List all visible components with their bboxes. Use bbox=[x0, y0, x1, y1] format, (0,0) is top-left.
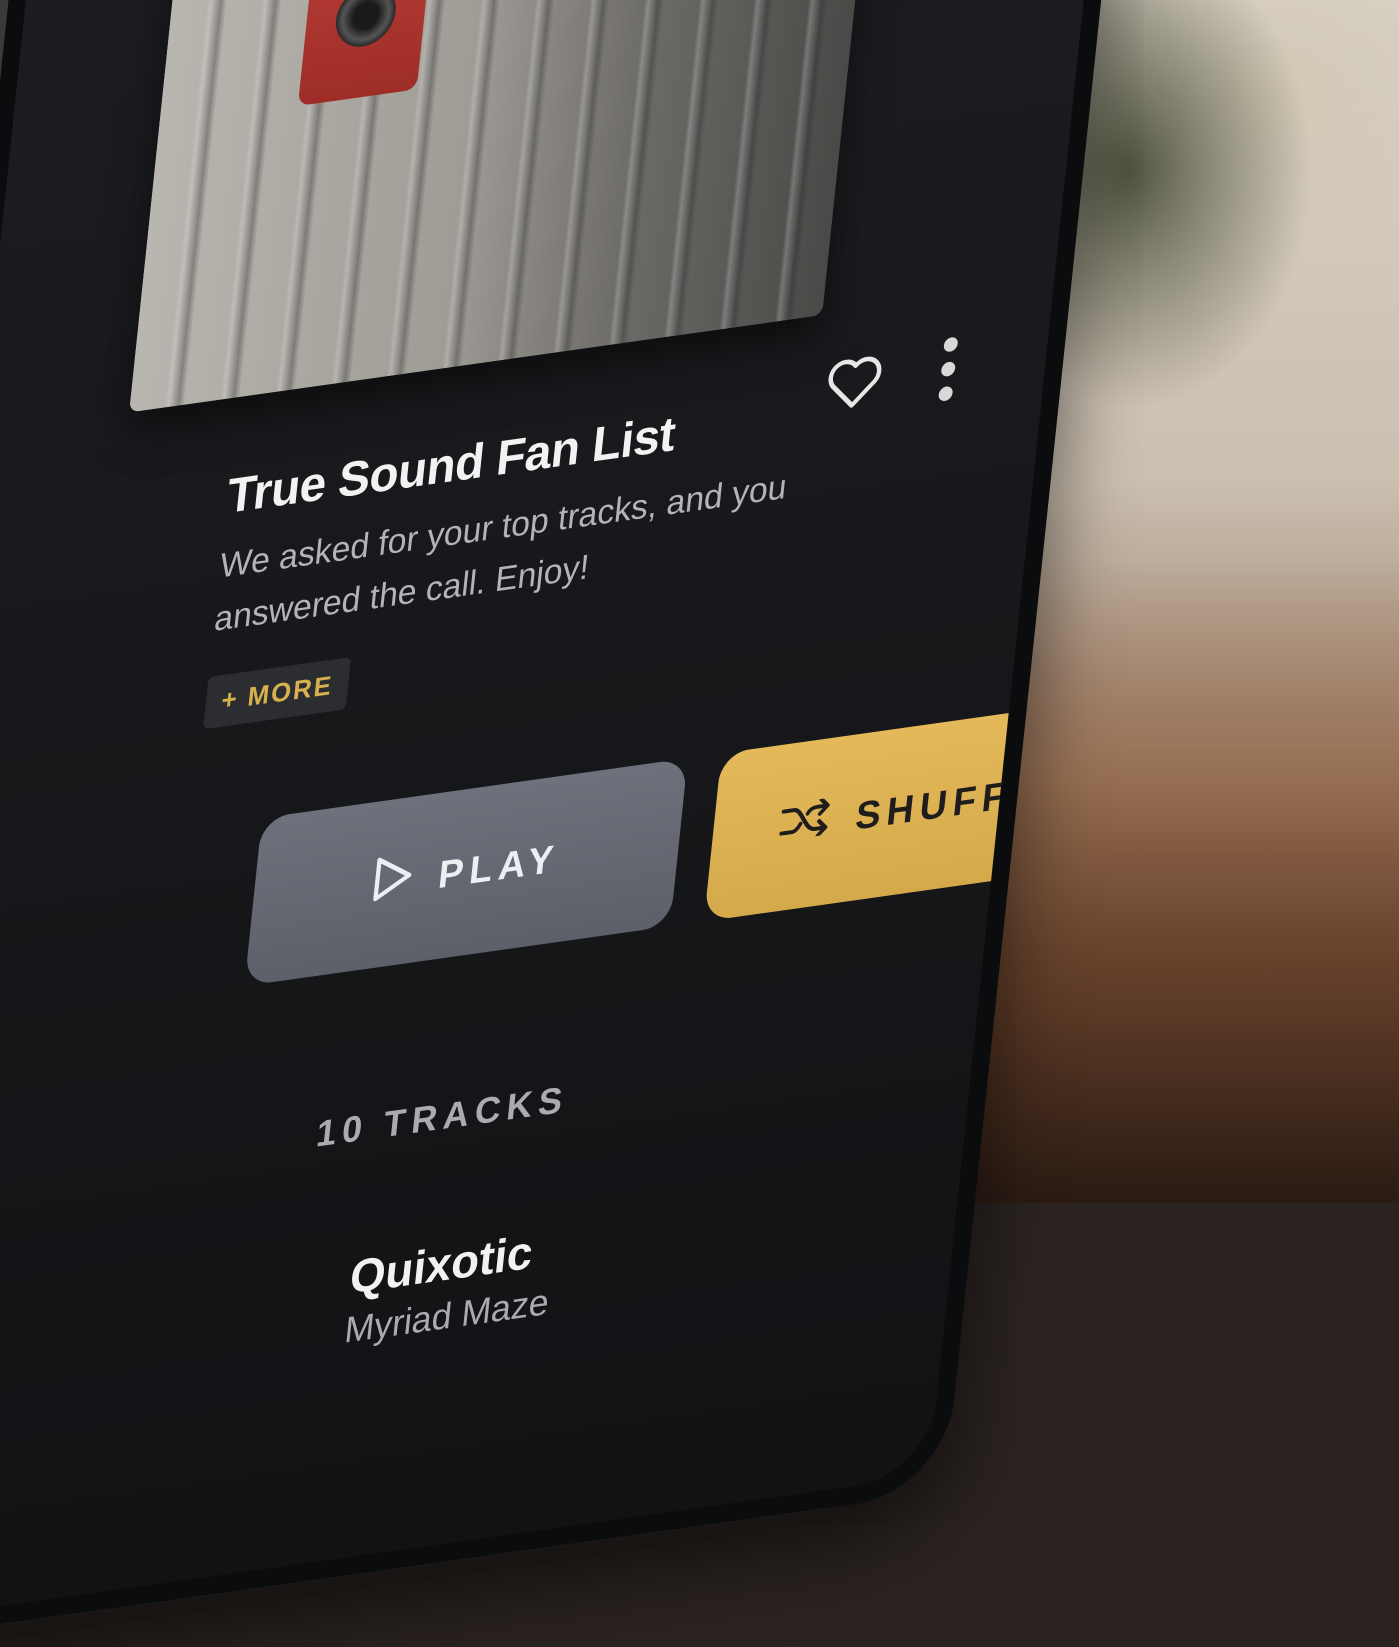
more-button[interactable]: + MORE bbox=[203, 656, 352, 730]
phone-device: True Sound Fan List We asked for your to… bbox=[0, 0, 1150, 1647]
playlist-info: True Sound Fan List We asked for your to… bbox=[203, 355, 1042, 730]
play-label: PLAY bbox=[436, 836, 562, 898]
playlist-cover-image bbox=[129, 0, 898, 413]
track-count: 10 TRACKS bbox=[314, 1077, 571, 1155]
track-row[interactable]: Quixotic Myriad Maze bbox=[342, 1221, 557, 1352]
dot bbox=[943, 336, 959, 353]
phone-screen: True Sound Fan List We asked for your to… bbox=[0, 0, 1130, 1627]
red-speaker-artwork bbox=[297, 0, 445, 107]
playback-buttons: PLAY SHUFFLE bbox=[244, 693, 1130, 987]
shuffle-icon bbox=[778, 797, 832, 851]
play-button[interactable]: PLAY bbox=[244, 758, 688, 987]
play-icon bbox=[370, 851, 416, 914]
